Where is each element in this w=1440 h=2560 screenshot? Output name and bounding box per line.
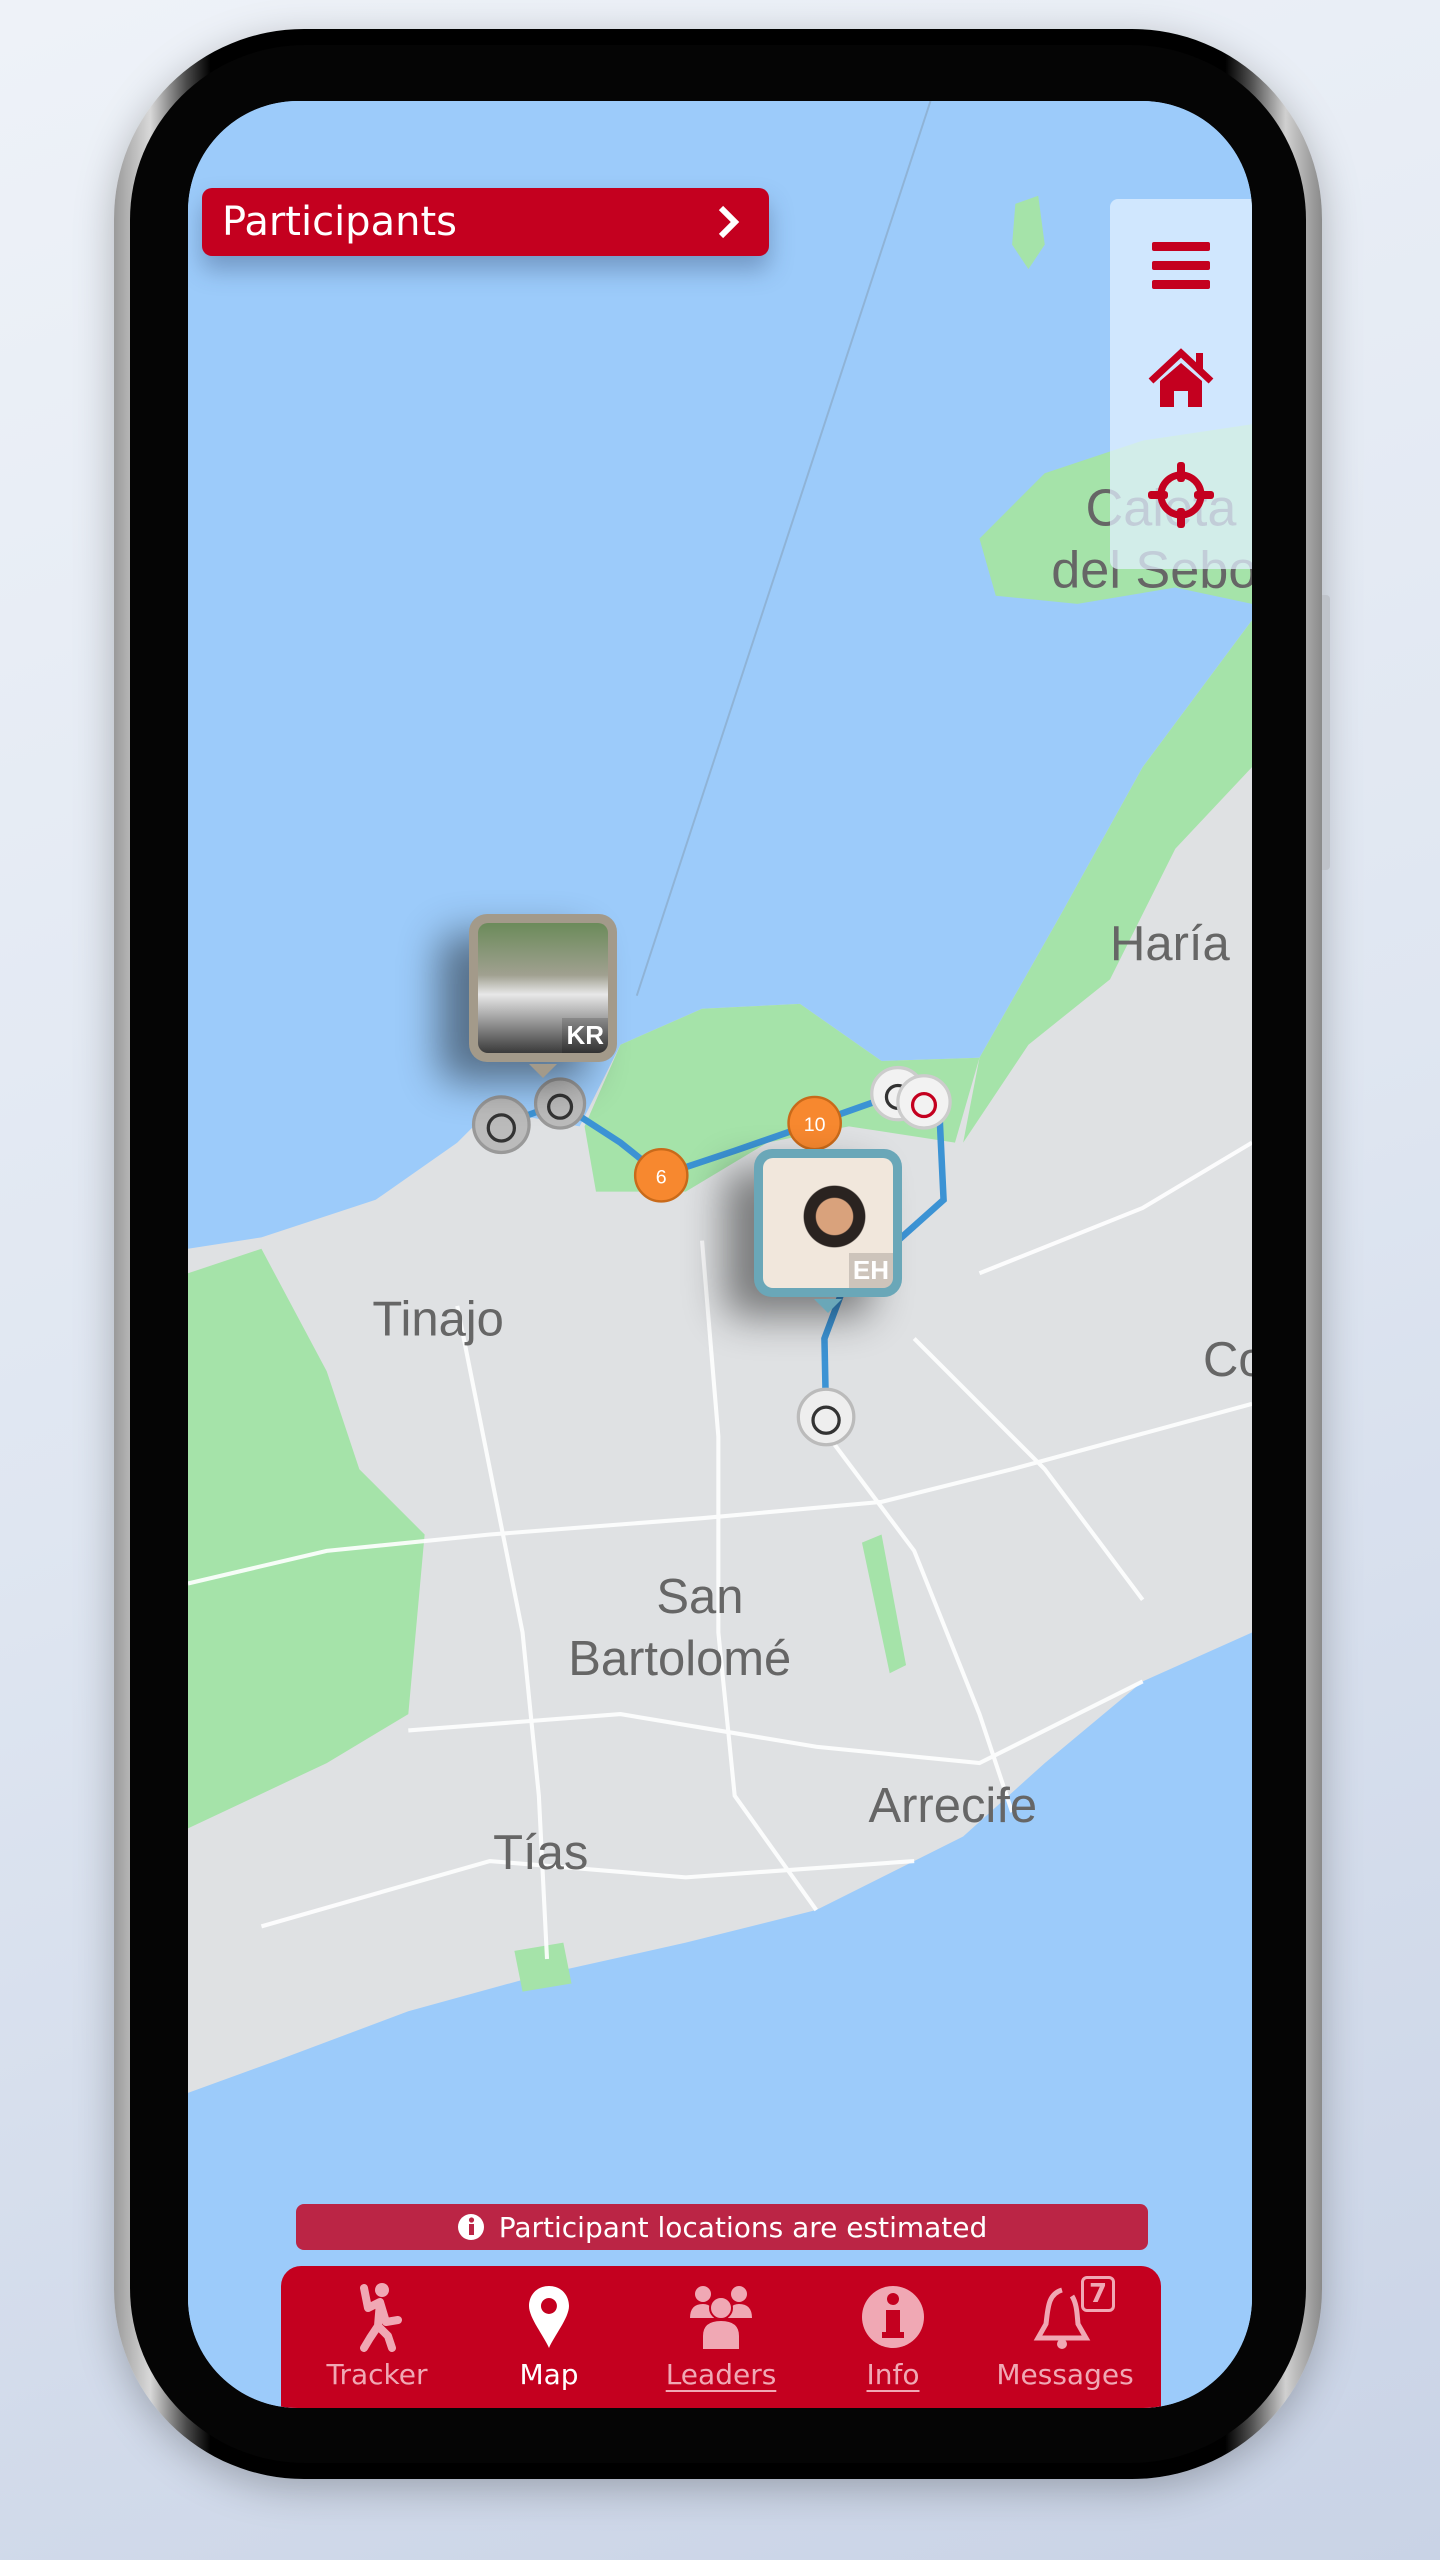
nav-label: Map (519, 2358, 579, 2391)
svg-text:10: 10 (804, 1114, 826, 1136)
map-controls (1110, 199, 1252, 569)
timer-icon[interactable] (533, 1077, 587, 1130)
info-icon (862, 2286, 924, 2348)
nav-tracker[interactable]: Tracker (297, 2266, 457, 2408)
app-screen: Caleta del Sebo Haría Tinajo San Bartolo… (188, 101, 1252, 2408)
messages-badge: 7 (1081, 2276, 1116, 2312)
map-label-san: San (656, 1570, 743, 1624)
map-label-haria: Haría (1110, 917, 1230, 971)
nav-messages[interactable]: 7 Messages (985, 2266, 1145, 2408)
chevron-right-icon (718, 205, 740, 239)
timer-icon[interactable] (896, 1074, 952, 1130)
nav-label: Info (866, 2358, 920, 2391)
phone-side-button (1322, 595, 1330, 870)
nav-label: Leaders (665, 2358, 777, 2391)
timer-icon[interactable] (796, 1387, 856, 1447)
nav-label: Messages (996, 2358, 1134, 2391)
nav-leaders[interactable]: Leaders (641, 2266, 801, 2408)
participant-marker-eh[interactable]: EH (754, 1149, 902, 1313)
map-label-arrecife: Arrecife (869, 1779, 1038, 1833)
nav-map[interactable]: Map (469, 2266, 629, 2408)
map-label-bartolome: Bartolomé (568, 1632, 791, 1686)
bottom-nav: Tracker Map Leaders Info 7 Messages (281, 2266, 1161, 2408)
marker-initials: KR (562, 1018, 608, 1053)
timer-icon[interactable] (471, 1095, 531, 1155)
map[interactable]: Caleta del Sebo Haría Tinajo San Bartolo… (188, 101, 1252, 2408)
home-icon (1148, 348, 1214, 407)
map-label-tias: Tías (493, 1826, 588, 1880)
locate-button[interactable] (1145, 459, 1217, 531)
runner-icon (360, 2283, 402, 2352)
nav-label: Tracker (326, 2358, 428, 2391)
participants-label: Participants (222, 199, 457, 245)
avatar: EH (763, 1158, 893, 1288)
crosshair-icon (1148, 462, 1214, 528)
nav-info[interactable]: Info (813, 2266, 973, 2408)
participant-marker-kr[interactable]: KR (469, 914, 617, 1078)
home-button[interactable] (1145, 344, 1217, 416)
marker-initials: EH (848, 1253, 893, 1288)
menu-button[interactable] (1145, 229, 1217, 301)
info-circle-icon (457, 2214, 484, 2240)
avatar: KR (478, 923, 608, 1053)
menu-icon (1152, 242, 1210, 289)
svg-text:6: 6 (656, 1166, 667, 1188)
map-label-tinajo: Tinajo (372, 1292, 503, 1346)
map-pin-icon (529, 2286, 569, 2348)
users-icon (690, 2286, 752, 2351)
estimated-locations-notice: Participant locations are estimated (296, 2204, 1148, 2250)
notice-text: Participant locations are estimated (498, 2210, 988, 2244)
checkpoint-marker[interactable]: 10 (787, 1095, 842, 1151)
participants-button[interactable]: Participants (202, 188, 769, 256)
checkpoint-marker[interactable]: 6 (633, 1147, 689, 1203)
map-label-costa: Co (1203, 1333, 1252, 1387)
